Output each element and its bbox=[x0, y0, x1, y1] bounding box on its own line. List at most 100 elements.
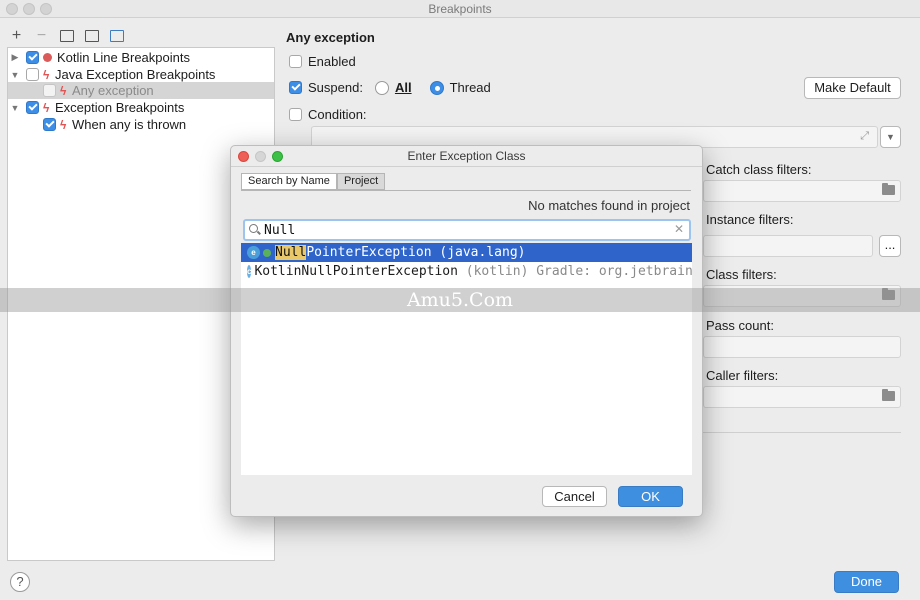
package-group-icon bbox=[109, 30, 124, 42]
add-breakpoint-button[interactable]: + bbox=[8, 27, 25, 45]
exception-bolt-icon: ϟ bbox=[60, 117, 67, 132]
condition-option[interactable]: Condition: bbox=[289, 107, 367, 122]
class-filters-label: Class filters: bbox=[706, 267, 777, 282]
ok-button[interactable]: OK bbox=[618, 486, 683, 507]
expanded-arrow-icon[interactable]: ▼ bbox=[10, 70, 20, 80]
instance-filters-more-button[interactable]: ... bbox=[879, 235, 901, 257]
done-button[interactable]: Done bbox=[834, 571, 899, 593]
tree-item-java-exception[interactable]: ▼ ϟ Java Exception Breakpoints bbox=[8, 66, 274, 83]
kotlin-line-checkbox[interactable] bbox=[26, 51, 39, 64]
suspend-label: Suspend: bbox=[308, 80, 363, 95]
suspend-checkbox[interactable] bbox=[289, 81, 302, 94]
pass-count-label: Pass count: bbox=[706, 318, 774, 333]
result-class-name: PointerException bbox=[306, 245, 432, 260]
collapsed-arrow-icon[interactable]: ▶ bbox=[10, 52, 20, 63]
tree-item-label: Kotlin Line Breakpoints bbox=[57, 50, 190, 65]
suspend-all-label: All bbox=[394, 80, 412, 95]
when-thrown-checkbox[interactable] bbox=[43, 118, 56, 131]
match-highlight: Null bbox=[275, 245, 307, 260]
tree-item-any-exception[interactable]: ϟ Any exception bbox=[8, 82, 274, 99]
watermark: Amu5.Com bbox=[0, 288, 920, 312]
details-title: Any exception bbox=[286, 30, 375, 45]
caller-filters-field[interactable] bbox=[703, 386, 901, 408]
tab-divider bbox=[241, 190, 691, 191]
expanded-arrow-icon[interactable]: ▼ bbox=[10, 103, 20, 113]
search-icon bbox=[249, 224, 261, 236]
exception-bolt-icon: ϟ bbox=[60, 83, 67, 98]
exception-breakpoints-checkbox[interactable] bbox=[26, 101, 39, 114]
dialog-titlebar: Enter Exception Class bbox=[231, 146, 702, 167]
breakpoint-toolbar: + − bbox=[8, 26, 125, 46]
line-breakpoint-icon bbox=[43, 53, 52, 62]
group-by-class-button[interactable] bbox=[83, 28, 100, 45]
enabled-checkbox[interactable] bbox=[289, 55, 302, 68]
folder-icon[interactable] bbox=[882, 389, 895, 401]
result-row-npe[interactable]: e Null PointerException (java.lang) bbox=[241, 243, 692, 262]
folder-icon[interactable] bbox=[882, 183, 895, 195]
result-package: (java.lang) bbox=[439, 245, 526, 260]
tree-item-kotlin-line[interactable]: ▶ Kotlin Line Breakpoints bbox=[8, 49, 274, 66]
no-matches-message: No matches found in project bbox=[528, 198, 690, 213]
catch-filters-field[interactable] bbox=[703, 180, 901, 202]
instance-filters-field[interactable] bbox=[703, 235, 873, 257]
folder-icon bbox=[59, 30, 74, 42]
exception-bolt-icon: ϟ bbox=[43, 100, 50, 115]
pass-count-field[interactable] bbox=[703, 336, 901, 358]
result-class-name: KotlinNullPointerException bbox=[254, 264, 458, 279]
public-visibility-icon bbox=[263, 248, 271, 257]
results-list[interactable]: e Null PointerException (java.lang) c Kot… bbox=[241, 243, 692, 475]
clear-icon[interactable]: ✕ bbox=[674, 222, 684, 236]
close-window-button[interactable] bbox=[6, 3, 18, 15]
exception-bolt-icon: ϟ bbox=[43, 67, 50, 82]
any-exception-checkbox[interactable] bbox=[43, 84, 56, 97]
tree-item-when-thrown[interactable]: ϟ When any is thrown bbox=[8, 116, 274, 133]
divider bbox=[703, 432, 901, 433]
suspend-thread-label: Thread bbox=[449, 80, 491, 95]
tree-item-label: Any exception bbox=[72, 83, 154, 98]
suspend-option[interactable]: Suspend: All Thread bbox=[289, 80, 491, 95]
make-default-button[interactable]: Make Default bbox=[804, 77, 901, 99]
tree-item-label: Java Exception Breakpoints bbox=[55, 67, 216, 82]
tree-item-exception-breakpoints[interactable]: ▼ ϟ Exception Breakpoints bbox=[8, 99, 274, 116]
group-by-package-button[interactable] bbox=[108, 28, 125, 45]
catch-filters-label: Catch class filters: bbox=[706, 162, 812, 177]
tree-item-label: Exception Breakpoints bbox=[55, 100, 185, 115]
window-title: Breakpoints bbox=[428, 2, 492, 16]
result-package: (kotlin) bbox=[465, 264, 529, 279]
instance-filters-label: Instance filters: bbox=[706, 212, 794, 227]
zoom-window-button[interactable] bbox=[40, 3, 52, 15]
dropdown-arrow-icon: ▼ bbox=[886, 132, 895, 142]
caller-filters-label: Caller filters: bbox=[706, 368, 779, 383]
minimize-window-button[interactable] bbox=[23, 3, 35, 15]
enabled-option[interactable]: Enabled bbox=[289, 54, 356, 69]
java-exception-checkbox[interactable] bbox=[26, 68, 39, 81]
kotlin-class-icon: c bbox=[247, 265, 252, 278]
result-library: Gradle: org.jetbrains.ko bbox=[536, 264, 692, 279]
dialog-tabs: Search by Name Project bbox=[241, 173, 386, 190]
dialog-zoom-button[interactable] bbox=[272, 151, 283, 162]
condition-history-dropdown[interactable]: ▼ bbox=[880, 126, 901, 148]
exception-class-icon: e bbox=[247, 246, 260, 259]
enabled-label: Enabled bbox=[308, 54, 356, 69]
window-titlebar: Breakpoints bbox=[0, 0, 920, 18]
class-search-input[interactable]: Null ✕ bbox=[243, 219, 691, 241]
help-button[interactable]: ? bbox=[10, 572, 30, 592]
enter-exception-class-dialog: Enter Exception Class Search by Name Pro… bbox=[230, 145, 703, 517]
cancel-button[interactable]: Cancel bbox=[542, 486, 607, 507]
tree-item-label: When any is thrown bbox=[72, 117, 187, 132]
condition-label: Condition: bbox=[308, 107, 367, 122]
dialog-title: Enter Exception Class bbox=[407, 149, 526, 163]
suspend-thread-radio[interactable] bbox=[429, 80, 444, 95]
group-by-folder-button[interactable] bbox=[58, 28, 75, 45]
dialog-minimize-button[interactable] bbox=[255, 151, 266, 162]
dialog-close-button[interactable] bbox=[238, 151, 249, 162]
tab-search-by-name[interactable]: Search by Name bbox=[241, 173, 337, 190]
expand-icon[interactable]: ⤢ bbox=[860, 130, 869, 143]
tab-project[interactable]: Project bbox=[336, 173, 386, 190]
class-group-icon bbox=[84, 30, 99, 42]
result-row-kotlin-npe[interactable]: c KotlinNullPointerException (kotlin) Gr… bbox=[241, 262, 692, 281]
suspend-all-radio[interactable] bbox=[374, 80, 389, 95]
remove-breakpoint-button[interactable]: − bbox=[33, 27, 50, 45]
search-value[interactable]: Null bbox=[264, 223, 295, 238]
condition-checkbox[interactable] bbox=[289, 108, 302, 121]
